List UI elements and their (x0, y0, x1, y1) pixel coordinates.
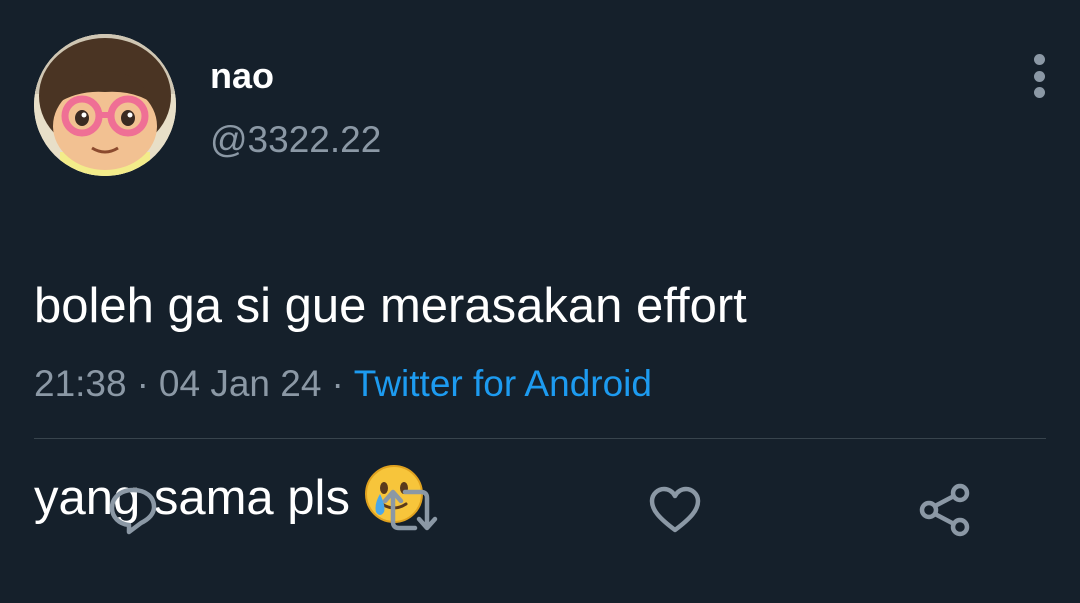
divider (34, 438, 1046, 439)
tweet-meta: 21:38 · 04 Jan 24 · Twitter for Android (34, 360, 652, 408)
meta-separator: · (331, 363, 344, 404)
tweet-date: 04 Jan 24 (158, 363, 322, 404)
meta-separator: · (136, 363, 149, 404)
more-options-button[interactable] (1022, 50, 1056, 102)
author-display-name[interactable]: nao (210, 54, 274, 98)
more-vertical-icon (1033, 54, 1045, 65)
author-handle[interactable]: @3322.22 (210, 118, 381, 162)
avatar[interactable] (34, 34, 176, 176)
avatar-image (34, 34, 176, 176)
tweet-source-link[interactable]: Twitter for Android (354, 363, 652, 404)
reply-icon (109, 487, 157, 535)
like-button[interactable] (645, 480, 705, 540)
share-icon (919, 483, 970, 537)
tweet-text-line: boleh ga si gue merasakan effort (34, 279, 747, 333)
tweet-time: 21:38 (34, 363, 127, 404)
reply-button[interactable] (103, 480, 163, 540)
retweet-icon (382, 489, 438, 531)
share-button[interactable] (915, 480, 975, 540)
tweet-text-line: yang sama pls (34, 401, 1034, 540)
heart-icon (649, 486, 701, 533)
retweet-button[interactable] (380, 480, 440, 540)
